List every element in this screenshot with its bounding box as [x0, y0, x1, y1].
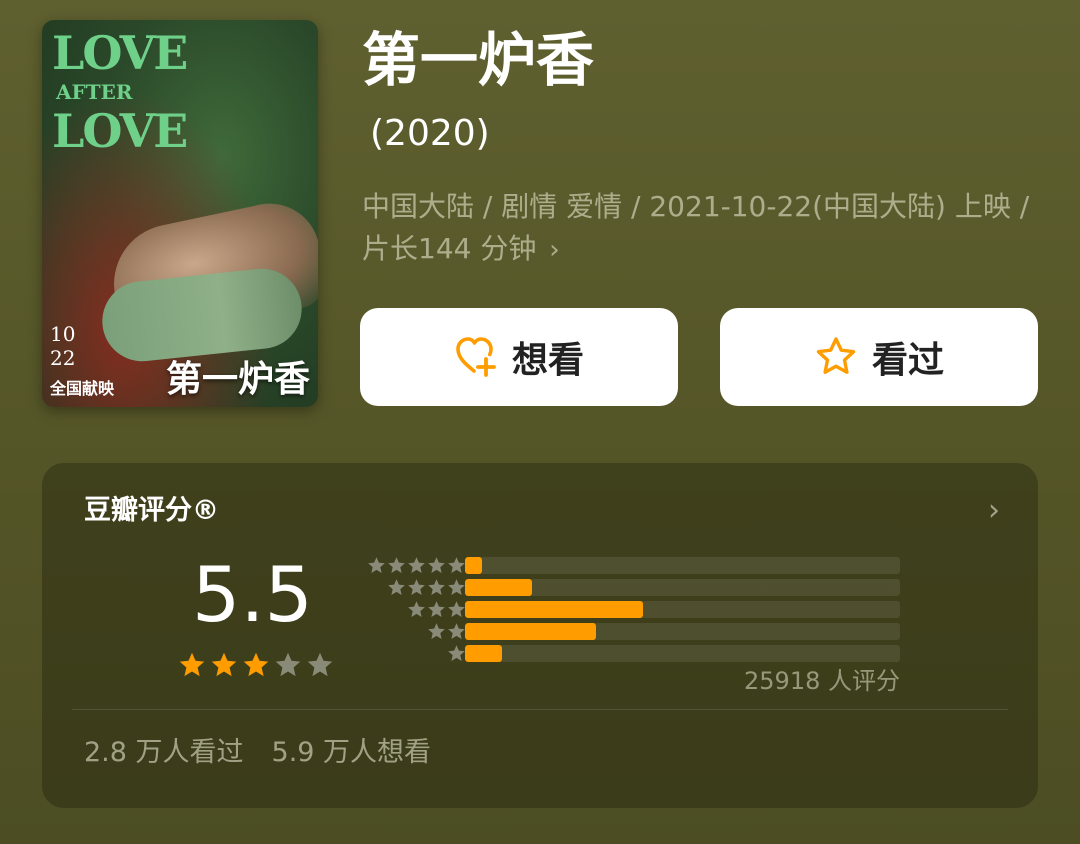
star-icon — [388, 557, 405, 574]
star-icon — [428, 557, 445, 574]
poster-title-line2: AFTER — [56, 80, 133, 104]
rating-bar-track — [465, 579, 900, 596]
poster-title-line3: LOVE — [52, 104, 188, 158]
watched-label: 看过 — [871, 340, 944, 381]
audience-stats: 2.8 万人看过 5.9 万人想看 — [84, 735, 431, 771]
star-outline-icon — [814, 335, 858, 379]
movie-year: (2020) — [370, 113, 490, 154]
rating-bar-fill — [465, 601, 644, 618]
poster-date: 10 22 — [50, 322, 75, 370]
rating-bar-fill — [465, 645, 502, 662]
rating-distribution — [354, 555, 914, 665]
star-icon — [408, 601, 425, 618]
poster-release-text: 全国献映 — [50, 379, 115, 398]
chevron-right-icon[interactable]: › — [988, 493, 1000, 529]
star-icon — [448, 645, 465, 662]
rating-row-stars — [407, 600, 466, 619]
rating-bar-track — [465, 645, 900, 662]
star-filled-icon — [179, 652, 205, 677]
poster-english-title: LOVE AFTER LOVE — [52, 26, 188, 158]
rating-row-stars — [447, 644, 466, 663]
movie-detail-page: LOVE AFTER LOVE 10 22 全国献映 第一炉香 第一炉香 (20… — [0, 0, 1080, 844]
poster-date-day: 22 — [50, 346, 76, 370]
movie-meta-text: 中国大陆 / 剧情 爱情 / 2021-10-22(中国大陆) 上映 / 片长1… — [362, 190, 1030, 265]
rating-count: 25918 人评分 — [744, 667, 900, 695]
want-to-watch-button[interactable]: 想看 — [360, 308, 678, 406]
rating-bar-fill — [465, 557, 483, 574]
chevron-right-icon: › — [549, 235, 560, 265]
divider — [72, 709, 1008, 710]
rating-bar-track — [465, 623, 900, 640]
star-icon — [448, 579, 465, 596]
poster-date-month: 10 — [50, 322, 76, 346]
movie-poster[interactable]: LOVE AFTER LOVE 10 22 全国献映 第一炉香 — [42, 20, 318, 407]
rating-score: 5.5 — [192, 550, 313, 639]
rating-bar-track — [465, 557, 900, 574]
want-to-watch-count: 5.9 万人想看 — [271, 737, 432, 768]
star-empty-icon — [307, 652, 333, 677]
star-icon — [448, 557, 465, 574]
rating-bar-fill — [465, 579, 533, 596]
star-icon — [388, 579, 405, 596]
rating-row-3-star — [354, 599, 914, 621]
watched-count: 2.8 万人看过 — [84, 737, 244, 768]
star-icon — [408, 579, 425, 596]
heart-plus-icon — [454, 335, 498, 379]
star-icon — [368, 557, 385, 574]
star-icon — [428, 601, 445, 618]
star-icon — [428, 579, 445, 596]
rating-row-stars — [367, 556, 466, 575]
rating-stars — [178, 651, 334, 679]
star-icon — [448, 601, 465, 618]
rating-row-2-star — [354, 621, 914, 643]
poster-chinese-title: 第一炉香 — [165, 358, 310, 400]
movie-meta[interactable]: 中国大陆 / 剧情 爱情 / 2021-10-22(中国大陆) 上映 / 片长1… — [362, 186, 1052, 271]
poster-title-line1: LOVE — [52, 26, 188, 80]
watched-button[interactable]: 看过 — [720, 308, 1038, 406]
want-to-watch-label: 想看 — [511, 340, 584, 381]
movie-title: 第一炉香 — [362, 26, 595, 94]
star-filled-icon — [243, 652, 269, 677]
star-filled-icon — [211, 652, 237, 677]
star-icon — [428, 623, 445, 640]
rating-row-stars — [387, 578, 466, 597]
rating-row-stars — [427, 622, 466, 641]
rating-row-1-star — [354, 643, 914, 665]
star-icon — [448, 623, 465, 640]
star-empty-icon — [275, 652, 301, 677]
rating-card-title: 豆瓣评分® — [84, 495, 219, 526]
star-icon — [408, 557, 425, 574]
douban-rating-card[interactable]: 豆瓣评分® › 5.5 25918 人评分 2.8 万人看过 5.9 万人想看 — [42, 463, 1038, 808]
rating-row-4-star — [354, 577, 914, 599]
rating-row-5-star — [354, 555, 914, 577]
rating-bar-track — [465, 601, 900, 618]
rating-bar-fill — [465, 623, 596, 640]
